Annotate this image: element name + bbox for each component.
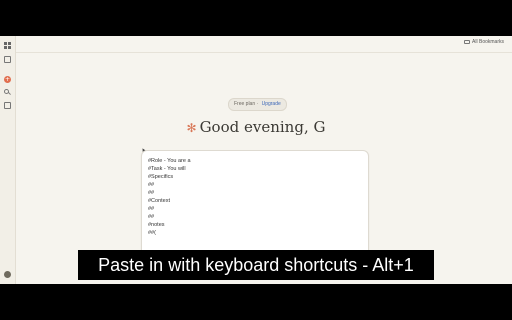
prompt-line: ## bbox=[148, 206, 155, 212]
prompt-line: #Specifics bbox=[148, 174, 174, 180]
apps-grid-icon[interactable] bbox=[4, 42, 11, 49]
plan-badge: Free plan · Upgrade bbox=[228, 98, 287, 111]
chats-icon[interactable] bbox=[4, 102, 11, 109]
prompt-textarea[interactable]: #Role - You are a #Task - You will #Spec… bbox=[148, 157, 191, 237]
prompt-composer[interactable]: #Role - You are a #Task - You will #Spec… bbox=[141, 150, 369, 266]
prompt-line: #Context bbox=[148, 198, 171, 204]
upgrade-link[interactable]: Upgrade bbox=[262, 101, 281, 107]
plan-separator: · bbox=[256, 101, 259, 107]
app-screen: All Bookmarks + Free plan · Upgrade ✻ Goo… bbox=[0, 36, 512, 284]
new-chat-button[interactable]: + bbox=[4, 76, 11, 83]
prompt-line: #notes bbox=[148, 222, 165, 228]
greeting-heading: ✻ Good evening, G bbox=[0, 118, 512, 136]
prompt-line: ## bbox=[148, 182, 155, 188]
all-bookmarks-label: All Bookmarks bbox=[472, 39, 504, 45]
bookmark-bar: All Bookmarks bbox=[16, 36, 512, 53]
prompt-line: ## bbox=[148, 190, 155, 196]
all-bookmarks-button[interactable]: All Bookmarks bbox=[464, 39, 504, 45]
video-caption: Paste in with keyboard shortcuts - Alt+1 bbox=[78, 250, 434, 280]
prompt-line: #Task - You will bbox=[148, 166, 186, 172]
plus-icon: + bbox=[4, 76, 11, 83]
prompt-line: #Role - You are a bbox=[148, 158, 191, 164]
greeting-text: Good evening, G bbox=[199, 118, 326, 136]
folder-icon bbox=[464, 40, 471, 44]
prompt-line: ##( bbox=[148, 230, 156, 236]
prompt-line: ## bbox=[148, 214, 155, 220]
sidebar-rail: + bbox=[0, 36, 16, 284]
panel-toggle-icon[interactable] bbox=[4, 56, 11, 63]
user-avatar[interactable] bbox=[4, 271, 11, 278]
plan-label: Free plan bbox=[234, 101, 256, 107]
spark-logo-icon: ✻ bbox=[186, 121, 197, 135]
search-icon[interactable] bbox=[4, 89, 11, 96]
